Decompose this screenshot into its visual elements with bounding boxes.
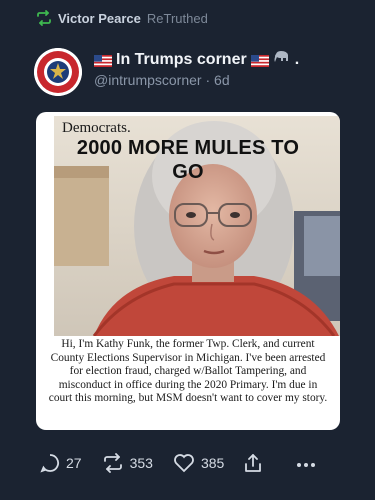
separator: · xyxy=(205,72,211,88)
caption-body: Hi, I'm Kathy Funk, the former Twp. Cler… xyxy=(48,338,328,405)
us-flag-icon xyxy=(250,54,269,67)
elephant-icon xyxy=(273,50,291,69)
caption-small: Democrats. xyxy=(62,120,131,136)
retruth-icon xyxy=(103,452,122,473)
like-count: 385 xyxy=(200,454,225,471)
caption-big-line1: 2000 MORE MULES TO xyxy=(76,137,300,159)
retruth-button[interactable]: 353 xyxy=(102,452,153,473)
retruth-header: Victor Pearce ReTruthed xyxy=(36,10,208,26)
nra-seal-avatar xyxy=(34,48,82,96)
retruth-icon xyxy=(36,10,52,26)
share-icon xyxy=(245,453,262,472)
author-name[interactable]: In Trumps corner xyxy=(116,51,247,69)
heart-icon xyxy=(174,453,194,472)
more-icon[interactable] xyxy=(296,452,316,473)
like-button[interactable]: 385 xyxy=(173,453,224,473)
caption-big: 2000 MORE MULES TO GO xyxy=(36,136,340,184)
trailing-dot: . xyxy=(294,50,300,68)
reply-count: 27 xyxy=(66,454,82,471)
retruth-label: ReTruthed xyxy=(146,10,208,26)
retruth-count: 353 xyxy=(129,454,153,471)
post-age: 6d xyxy=(214,72,230,88)
post-media[interactable]: Democrats. 2000 MORE MULES TO GO Hi, I'm… xyxy=(36,112,340,430)
us-flag-icon xyxy=(94,54,112,67)
avatar[interactable] xyxy=(34,48,82,96)
reply-icon xyxy=(40,453,59,473)
author-handle[interactable]: @intrumpscorner xyxy=(94,72,202,88)
retruth-user[interactable]: Victor Pearce xyxy=(58,11,141,26)
share-button[interactable] xyxy=(244,453,262,473)
reply-button[interactable]: 27 xyxy=(40,453,82,473)
caption-big-line2: GO xyxy=(172,161,204,183)
post-author: In Trumps corner . @intrumpscorner · 6d xyxy=(94,50,299,88)
post-actions: 27 353 385 xyxy=(40,452,345,473)
